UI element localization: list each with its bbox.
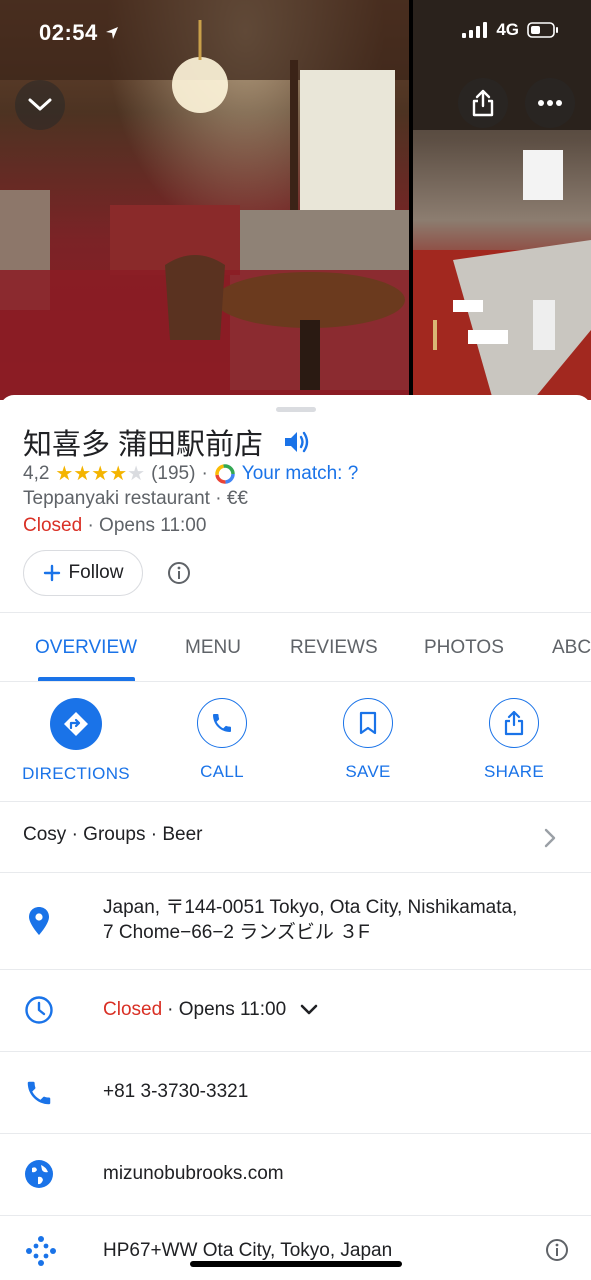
rating-value: 4,2 [23,462,50,484]
signal-icon [462,22,488,38]
divider [0,681,591,682]
tab-overview[interactable]: OVERVIEW [35,637,137,659]
address-line2: 7 Chome−66−2 ランズビル ３F [103,922,370,943]
call-circle [197,698,247,748]
attributes-row[interactable]: Cosy · Groups · Beer [0,802,591,872]
home-indicator[interactable] [190,1261,402,1267]
website-link: mizunobubrooks.com [103,1163,284,1184]
expand-hours-icon[interactable] [300,1004,318,1016]
call-button[interactable]: CALL [152,698,292,782]
info-icon[interactable] [167,561,191,585]
address-text: Japan, 〒144-0051 Tokyo, Ota City, Nishik… [103,895,517,945]
phone-icon [27,1081,51,1105]
call-label: CALL [200,762,244,781]
your-match-link[interactable]: Your match: ? [242,463,359,485]
share-icon [504,710,524,736]
opens-time: · Opens 11:00 [87,515,207,536]
directions-label: DIRECTIONS [22,764,130,783]
rating-stars: ★★★★★ [55,463,146,485]
tab-photos[interactable]: PHOTOS [424,637,504,659]
tab-menu[interactable]: MENU [185,637,241,659]
save-button[interactable]: SAVE [298,698,438,782]
speaker-icon[interactable] [283,429,311,455]
status-indicators: 4G [462,20,559,40]
share-icon [472,89,494,117]
closed-label: Closed [23,515,83,536]
more-icon [538,100,562,106]
status-time: 02:54 [39,20,120,46]
website-row[interactable]: mizunobubrooks.com [0,1134,591,1215]
open-status: Closed · Opens 11:00 [23,515,206,537]
separator-dot: · [201,462,208,484]
tab-about[interactable]: ABC [552,637,591,659]
status-bar: 02:54 4G [0,0,591,64]
place-sheet: 知喜多 蒲田駅前店 4,2 ★★★★★ (195) · Your match: … [0,395,591,1280]
plus-code-icon [26,1236,56,1266]
category: Teppanyaki restaurant · €€ [23,488,248,509]
phone-number: +81 3-3730-3321 [103,1081,249,1102]
tab-bar: OVERVIEW MENU REVIEWS PHOTOS ABC [0,613,591,681]
follow-label: Follow [68,562,124,583]
address-row[interactable]: Japan, 〒144-0051 Tokyo, Ota City, Nishik… [0,873,591,969]
clock-icon [25,996,53,1024]
more-options-button[interactable] [525,78,575,128]
drag-handle[interactable] [276,407,316,412]
location-pin-icon [29,907,49,935]
info-icon[interactable] [545,1238,569,1262]
globe-icon [25,1160,53,1188]
attributes-text: Cosy · Groups · Beer [23,824,203,845]
save-label: SAVE [345,762,391,781]
battery-icon [527,22,558,38]
action-buttons: DIRECTIONS CALL SAVE SHARE [0,698,591,788]
network-label: 4G [496,20,519,39]
directions-button[interactable]: DIRECTIONS [6,698,146,784]
save-circle [343,698,393,748]
place-title: 知喜多 蒲田駅前店 [23,421,311,463]
phone-row[interactable]: +81 3-3730-3321 [0,1052,591,1133]
share-button[interactable]: SHARE [444,698,584,782]
plus-code-text: HP67+WW Ota City, Tokyo, Japan [103,1240,393,1261]
tab-reviews[interactable]: REVIEWS [290,637,378,659]
hours-text: Closed · Opens 11:00 [103,997,318,1022]
chevron-down-icon [28,98,52,111]
plus-icon [43,564,60,582]
chevron-right-icon [544,828,556,848]
hours-closed: Closed [103,999,163,1020]
follow-button[interactable]: Follow [23,550,143,596]
google-g-icon [215,463,235,484]
directions-circle [50,698,102,750]
rating-row[interactable]: 4,2 ★★★★★ (195) · Your match: ? [23,461,358,486]
place-name: 知喜多 蒲田駅前店 [23,429,264,461]
location-arrow-icon [106,27,119,39]
address-line1: Japan, 〒144-0051 Tokyo, Ota City, Nishik… [103,897,518,918]
bookmark-icon [359,711,377,735]
share-circle [489,698,539,748]
share-label: SHARE [483,762,545,781]
directions-icon [64,712,88,736]
plus-code-row[interactable]: HP67+WW Ota City, Tokyo, Japan [0,1216,591,1280]
hours-opens: · Opens 11:00 [167,999,287,1020]
share-header-button[interactable] [458,78,508,128]
collapse-button[interactable] [15,80,65,130]
hours-row[interactable]: Closed · Opens 11:00 [0,970,591,1051]
review-count: (195) [151,462,196,484]
phone-icon [213,714,231,732]
